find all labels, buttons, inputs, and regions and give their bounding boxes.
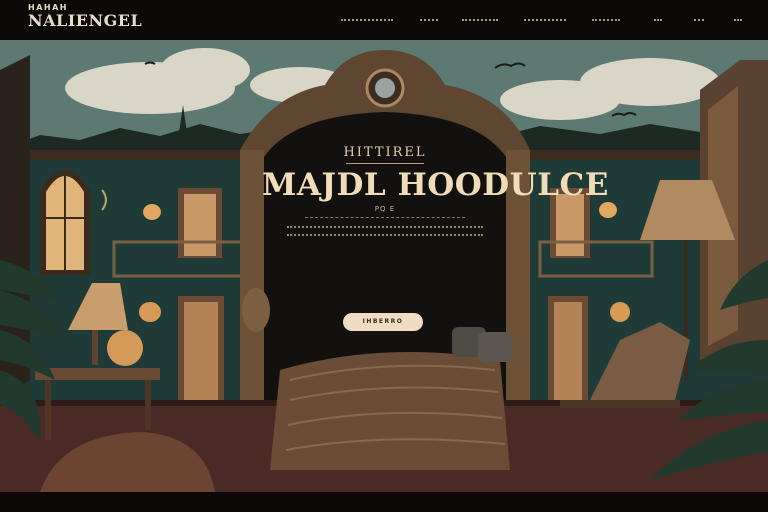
nav-link-3[interactable] <box>462 15 498 25</box>
nav-link-7[interactable] <box>694 15 704 25</box>
eyebrow-underline <box>346 163 424 165</box>
nav-link-7-label <box>694 19 704 21</box>
nav-link-5[interactable] <box>592 15 620 25</box>
top-navigation-bar: HAHAH NALIENGEL <box>0 0 768 40</box>
globe-lamp <box>107 330 143 366</box>
nav-link-8-label <box>734 19 742 21</box>
nav-link-1-label <box>341 19 393 21</box>
nav-link-4[interactable] <box>524 15 566 25</box>
bed <box>270 352 510 470</box>
hotel-room-illustration <box>0 40 768 492</box>
arch-clock-face <box>375 78 395 98</box>
nav-link-6-label <box>654 19 662 21</box>
hero-content: HITTIREL MAJDL HOODULCE PQ E <box>262 145 609 236</box>
nav-link-5-label <box>592 19 620 21</box>
nav-link-2-label <box>420 19 438 21</box>
sconce-4 <box>610 302 630 322</box>
pillow-2 <box>478 332 512 362</box>
sconce-2 <box>139 302 161 322</box>
hero-eyebrow: HITTIREL <box>343 145 427 160</box>
upper-right-door-glass <box>556 194 584 256</box>
lower-right-door-glass <box>554 302 582 402</box>
hero-description-line-1 <box>287 226 483 228</box>
hero-illustration <box>0 40 768 492</box>
sconce-1 <box>143 204 161 220</box>
nav-link-8[interactable] <box>734 15 742 25</box>
lower-left-door-glass <box>184 302 218 402</box>
nav-link-1[interactable] <box>341 15 393 25</box>
nav-link-2[interactable] <box>420 15 438 25</box>
bottom-bar <box>0 492 768 512</box>
column-scroll <box>242 288 270 332</box>
left-column <box>240 150 264 420</box>
sconce-3 <box>599 202 617 218</box>
nav-link-4-label <box>524 19 566 21</box>
nav-link-3-label <box>462 19 498 21</box>
hero-title: MAJDL HOODULCE <box>262 167 609 203</box>
hero-subtitle: PQ E <box>374 205 396 213</box>
upper-left-door-glass <box>184 194 216 256</box>
nav-link-6[interactable] <box>654 15 662 25</box>
hero-divider <box>305 217 465 218</box>
hero-description-line-2 <box>287 234 483 236</box>
book-now-button[interactable]: IHBERRO <box>343 313 423 331</box>
logo-main-text: NALIENGEL <box>28 11 143 30</box>
site-logo[interactable]: HAHAH NALIENGEL <box>28 4 142 29</box>
